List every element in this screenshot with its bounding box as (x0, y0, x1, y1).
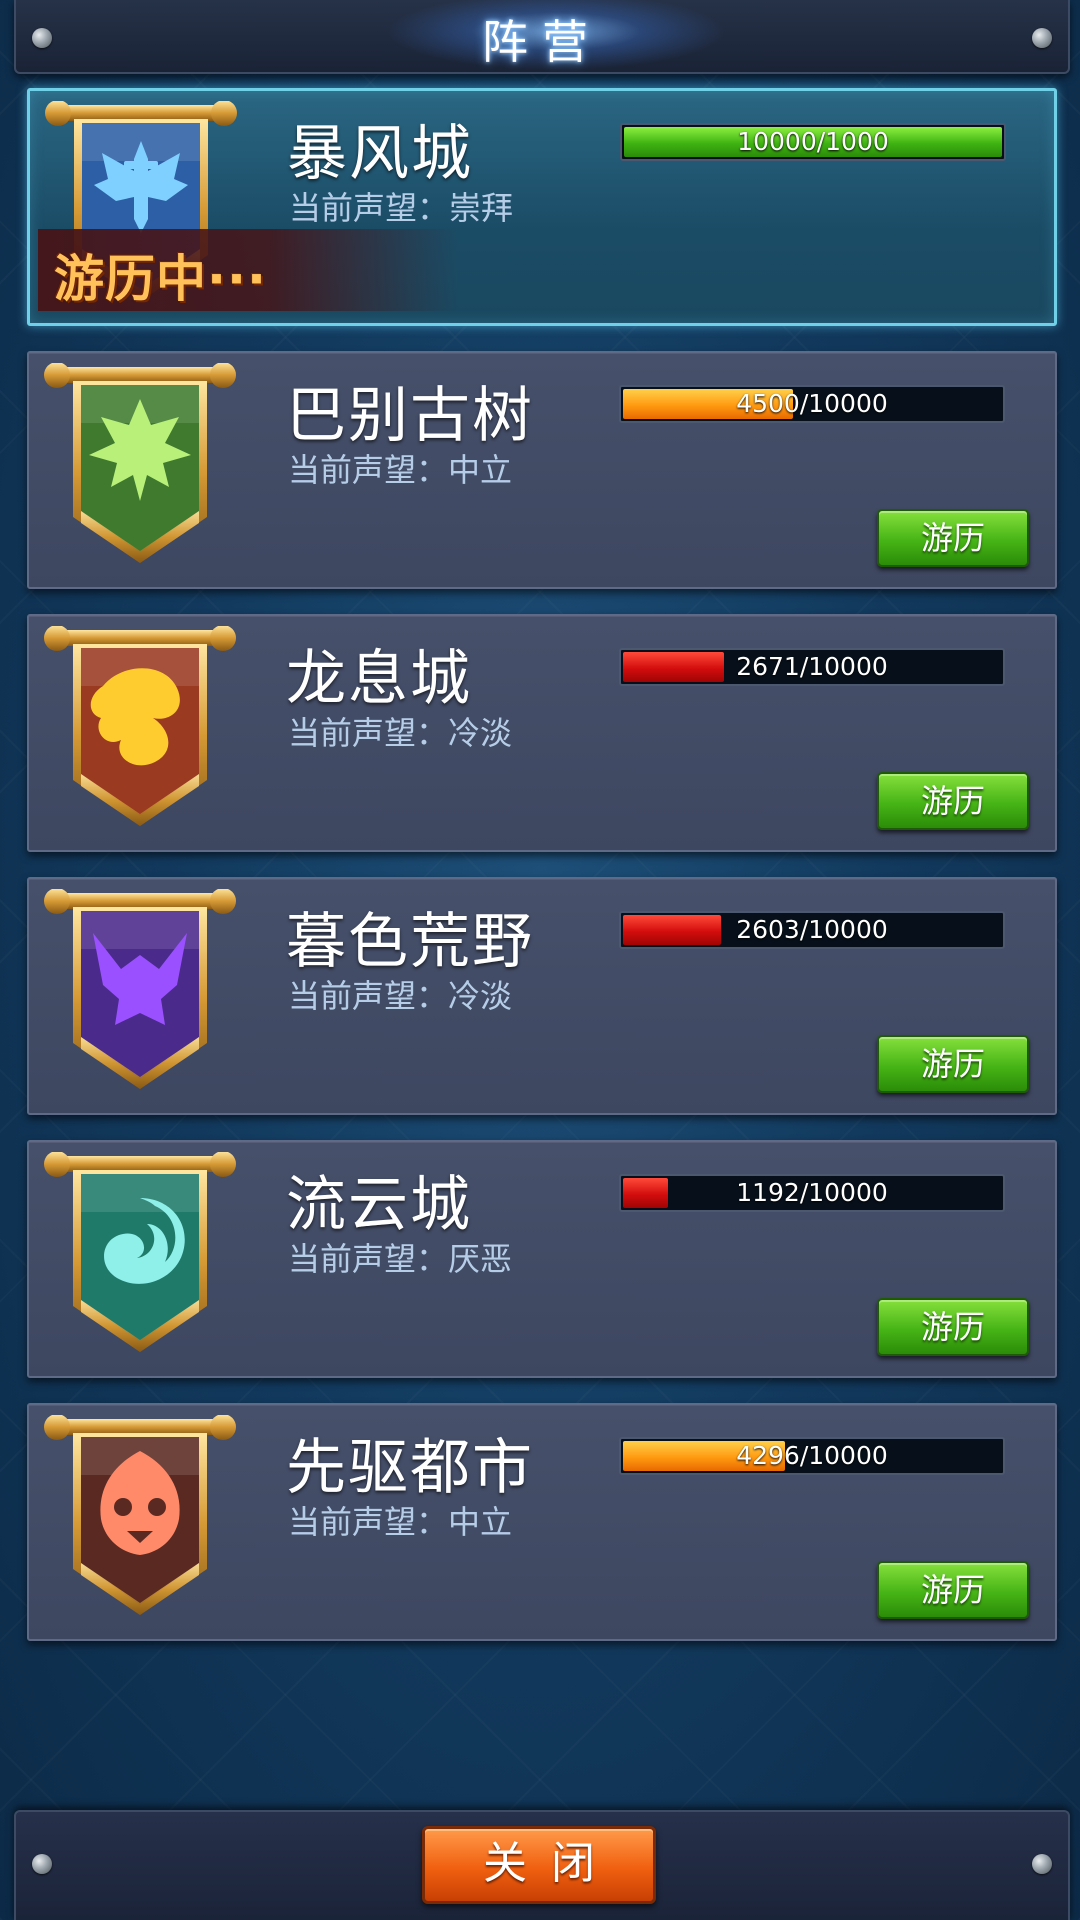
faction-name: 暴风城 (287, 119, 473, 189)
dragon-icon (44, 626, 236, 826)
wave-icon (44, 1152, 236, 1352)
reputation-bar: 10000/1000 (620, 123, 1006, 161)
reputation-value: 1192/10000 (736, 1178, 888, 1207)
reputation-label: 当前声望：中立 (288, 451, 513, 489)
travel-button[interactable]: 游历 (877, 772, 1029, 830)
demon-icon (44, 889, 236, 1089)
faction-card: 暴风城 当前声望：崇拜 10000/1000 游历中··· (27, 88, 1057, 326)
faction-card: 巴别古树 当前声望：中立 4500/10000 游历 (27, 351, 1057, 589)
faction-name: 先驱都市 (286, 1433, 534, 1503)
travel-button[interactable]: 游历 (877, 1561, 1029, 1619)
leaf-icon (44, 363, 236, 563)
reputation-bar: 4500/10000 (619, 385, 1005, 423)
rivet-icon (1032, 28, 1052, 48)
travel-button[interactable]: 游历 (877, 1035, 1029, 1093)
rivet-icon (32, 1854, 52, 1874)
rivet-icon (32, 28, 52, 48)
reputation-bar: 4296/10000 (619, 1437, 1005, 1475)
reputation-value: 4500/10000 (736, 389, 888, 418)
faction-card: 龙息城 当前声望：冷淡 2671/10000 游历 (27, 614, 1057, 852)
travel-button[interactable]: 游历 (877, 509, 1029, 567)
traveling-status-banner: 游历中··· (38, 229, 458, 311)
reputation-label: 当前声望：崇拜 (289, 189, 514, 227)
reputation-label: 当前声望：冷淡 (288, 714, 513, 752)
reputation-label: 当前声望：冷淡 (288, 977, 513, 1015)
footer-bar: 关闭 (14, 1810, 1070, 1920)
title-bar: 阵营 (14, 0, 1070, 74)
reputation-label: 当前声望：中立 (288, 1503, 513, 1541)
close-button[interactable]: 关闭 (422, 1826, 656, 1904)
rivet-icon (1032, 1854, 1052, 1874)
reputation-bar: 2603/10000 (619, 911, 1005, 949)
reputation-value: 2671/10000 (736, 652, 888, 681)
faction-card: 先驱都市 当前声望：中立 4296/10000 游历 (27, 1403, 1057, 1641)
faction-name: 龙息城 (286, 644, 472, 714)
faction-card: 暮色荒野 当前声望：冷淡 2603/10000 游历 (27, 877, 1057, 1115)
travel-button[interactable]: 游历 (877, 1298, 1029, 1356)
reputation-bar: 2671/10000 (619, 648, 1005, 686)
faction-card: 流云城 当前声望：厌恶 1192/10000 游历 (27, 1140, 1057, 1378)
faction-name: 巴别古树 (286, 381, 534, 451)
reputation-value: 10000/1000 (737, 127, 889, 156)
traveling-status-text: 游历中··· (54, 250, 267, 308)
faction-name: 流云城 (286, 1170, 472, 1240)
page-title: 阵营 (482, 15, 602, 69)
reputation-value: 2603/10000 (736, 915, 888, 944)
reputation-label: 当前声望：厌恶 (288, 1240, 513, 1278)
faction-name: 暮色荒野 (286, 907, 534, 977)
mask-icon (44, 1415, 236, 1615)
reputation-bar: 1192/10000 (619, 1174, 1005, 1212)
reputation-value: 4296/10000 (736, 1441, 888, 1470)
